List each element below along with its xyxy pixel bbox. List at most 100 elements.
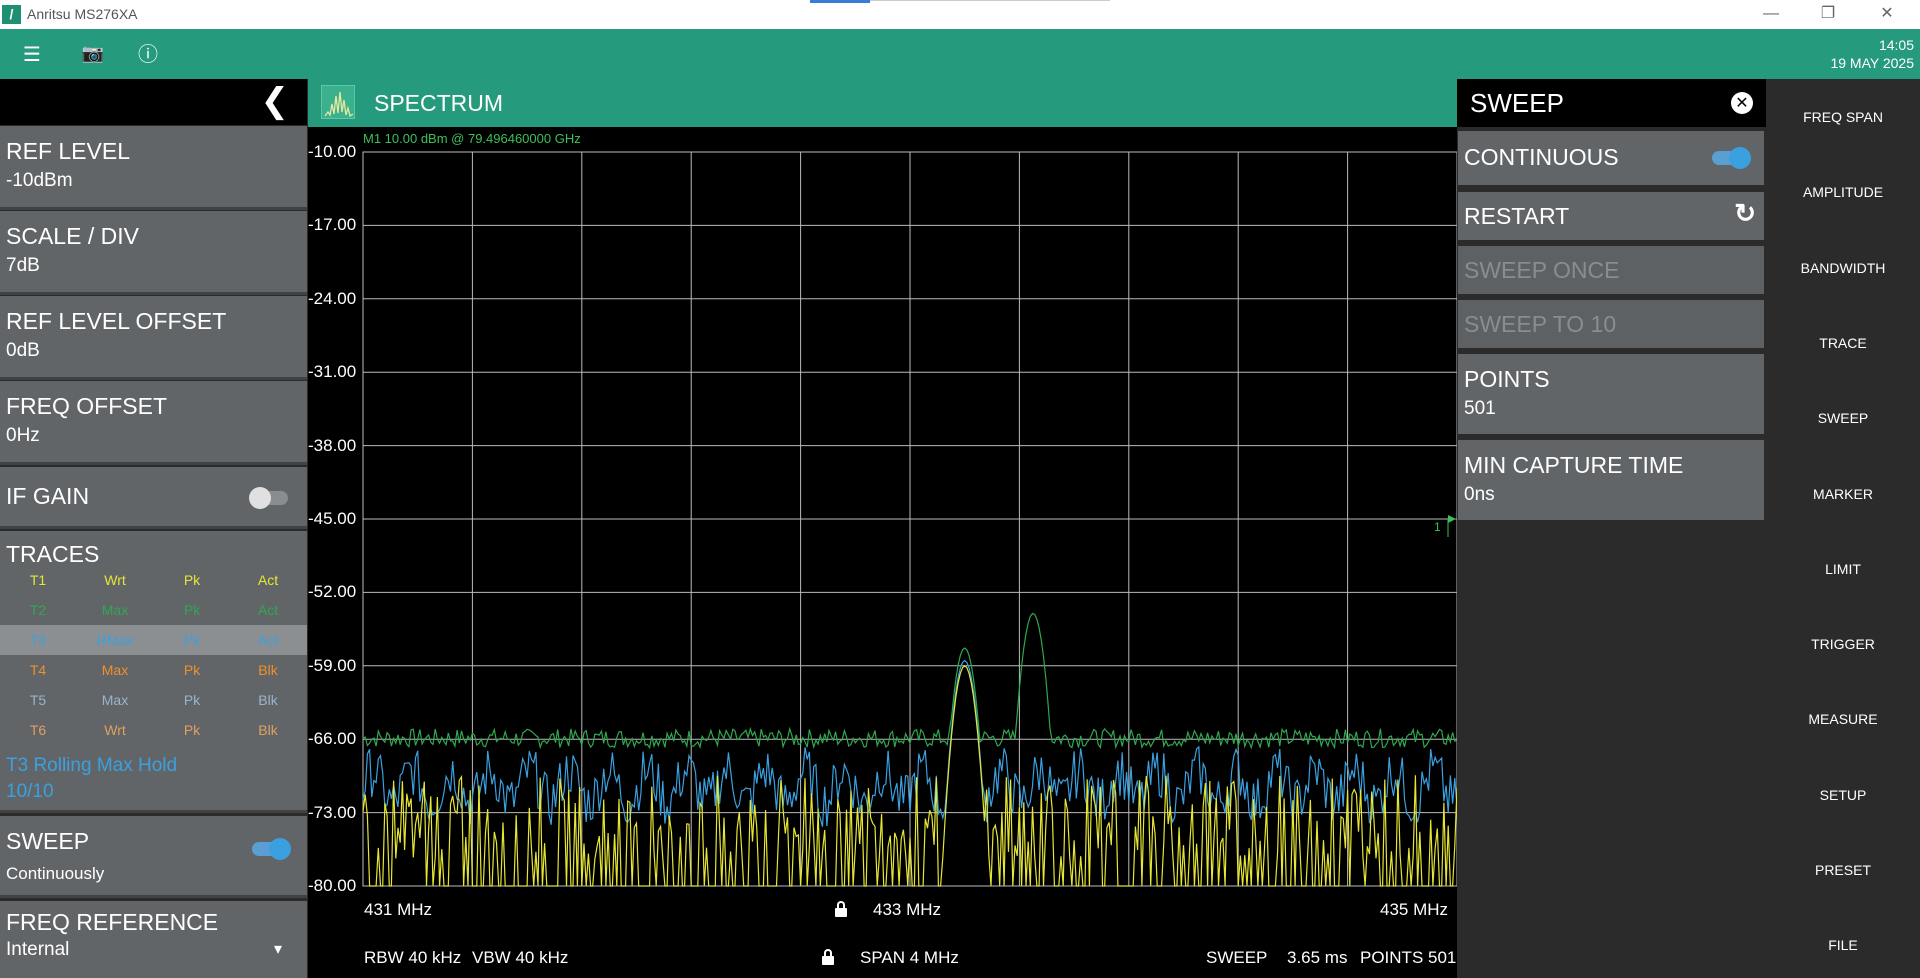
freq-reference-label: FREQ REFERENCE (6, 909, 219, 935)
clock: 14:05 19 MAY 2025 (1830, 36, 1914, 72)
traces-note: T3 Rolling Max Hold (6, 755, 178, 776)
points-label: POINTS 501 (1360, 948, 1457, 967)
menu-item-preset[interactable]: PRESET (1766, 862, 1920, 878)
menu-item-sweep[interactable]: SWEEP (1766, 410, 1920, 426)
points-setting-value: 501 (1464, 398, 1496, 419)
trace-det: Pk (183, 602, 201, 618)
trace-det: Pk (183, 632, 201, 648)
ref-level-offset-value: 0dB (6, 340, 40, 361)
points-button[interactable]: POINTS 501 (1458, 354, 1764, 434)
if-gain-label: IF GAIN (6, 483, 90, 509)
sweep-time-label: 3.65 ms (1287, 948, 1348, 967)
trace-id: T4 (29, 662, 47, 678)
tab-indicator (810, 0, 870, 3)
menu-item-measure[interactable]: MEASURE (1766, 711, 1920, 727)
main-menu: FREQ SPAN AMPLITUDE BANDWIDTH TRACE SWEEP MAR… (1766, 79, 1920, 978)
menu-item-trace[interactable]: TRACE (1766, 335, 1920, 351)
freq-reference-value: Internal (6, 939, 70, 960)
span-label: SPAN 4 MHz (860, 948, 959, 967)
trace-row-t3[interactable]: T3 RMax Pk Act (0, 625, 307, 655)
min-capture-time-label: MIN CAPTURE TIME (1464, 452, 1684, 478)
if-gain-button[interactable]: IF GAIN (0, 467, 307, 529)
trace-row-t1[interactable]: T1 Wrt Pk Act (0, 565, 307, 595)
menu-item-marker[interactable]: MARKER (1766, 486, 1920, 502)
toggle-knob (1729, 147, 1751, 169)
app-toolbar: ☰ 📷 ⓘ 14:05 19 MAY 2025 (0, 29, 1920, 79)
trace-row-t6[interactable]: T6 Wrt Pk Blk (0, 715, 307, 745)
trace-row-t5[interactable]: T5 Max Pk Blk (0, 685, 307, 715)
window-title: Anritsu MS276XA (27, 6, 138, 22)
trace-mode: Max (101, 602, 129, 618)
traces-note-count: 10/10 (6, 781, 54, 802)
restore-button[interactable]: ❐ (1813, 3, 1843, 25)
menu-item-limit[interactable]: LIMIT (1766, 561, 1920, 577)
marker-flag[interactable] (1447, 515, 1456, 537)
trace-id: T3 (29, 632, 47, 648)
menu-item-freq-span[interactable]: FREQ SPAN (1766, 109, 1920, 125)
trace-state: Blk (258, 722, 278, 738)
ref-level-button[interactable]: REF LEVEL -10dBm (0, 126, 307, 210)
continuous-label: CONTINUOUS (1464, 144, 1619, 170)
trace-mode: Wrt (104, 722, 126, 738)
sweep-toggle[interactable] (252, 838, 291, 860)
vbw-label: VBW 40 kHz (472, 948, 569, 967)
trace-row-t4[interactable]: T4 Max Pk Blk (0, 655, 307, 685)
traces-section[interactable]: TRACES T1 Wrt Pk Act T2 Max Pk Act T3 RMax Pk Act T4… (0, 531, 307, 813)
spectrum-plot[interactable] (308, 127, 1457, 978)
menu-item-trigger[interactable]: TRIGGER (1766, 636, 1920, 652)
sweep-panel-title: SWEEP (1470, 88, 1564, 118)
trace-mode: Max (101, 662, 129, 678)
restart-button[interactable]: RESTART ↻ (1458, 192, 1764, 240)
continuous-toggle[interactable] (1712, 147, 1751, 169)
info-icon[interactable]: ⓘ (135, 41, 161, 67)
trace-det: Pk (183, 692, 201, 708)
menu-item-bandwidth[interactable]: BANDWIDTH (1766, 260, 1920, 276)
trace-state: Act (257, 632, 279, 648)
scale-div-value: 7dB (6, 255, 40, 276)
trace-id: T5 (29, 692, 47, 708)
trace-mode: Wrt (104, 572, 126, 588)
sweep-to-button[interactable]: SWEEP TO 10 (1458, 300, 1764, 348)
trace-row-t2[interactable]: T2 Max Pk Act (0, 595, 307, 625)
trace-det: Pk (183, 662, 201, 678)
camera-icon[interactable]: 📷 (80, 41, 106, 67)
sweep-value: Continuously (6, 864, 105, 883)
chevron-down-icon: ▾ (274, 941, 283, 958)
minimize-button[interactable]: — (1756, 3, 1786, 25)
trace-mode: RMax (96, 632, 134, 648)
trace-state: Act (257, 572, 279, 588)
clock-time: 14:05 (1878, 37, 1914, 53)
amplitude-panel: ❮ REF LEVEL -10dBm SCALE / DIV 7dB REF L… (0, 79, 307, 978)
close-icon[interactable]: ✕ (1731, 92, 1753, 114)
sweep-panel: SWEEP ✕ CONTINUOUS RESTART ↻ SWEEP ONCE … (1457, 79, 1766, 978)
trace-det: Pk (183, 572, 201, 588)
points-setting-label: POINTS (1464, 366, 1550, 392)
freq-offset-button[interactable]: FREQ OFFSET 0Hz (0, 381, 307, 465)
menu-item-setup[interactable]: SETUP (1766, 787, 1920, 803)
marker-flag-label: 1 (1434, 520, 1441, 534)
trace-det: Pk (183, 722, 201, 738)
trace-id: T2 (29, 602, 47, 618)
menu-item-amplitude[interactable]: AMPLITUDE (1766, 184, 1920, 200)
toggle-knob (249, 487, 271, 509)
continuous-button[interactable]: CONTINUOUS (1458, 131, 1764, 185)
freq-reference-dropdown[interactable]: FREQ REFERENCE Internal ▾ (0, 901, 307, 978)
rbw-label: RBW 40 kHz (364, 948, 462, 967)
chevron-left-icon: ❮ (260, 81, 290, 121)
if-gain-toggle[interactable] (249, 487, 288, 509)
freq-start-label: 431 MHz (364, 900, 433, 919)
spectrum-title: SPECTRUM (374, 90, 504, 116)
menu-item-file[interactable]: FILE (1766, 937, 1920, 953)
min-capture-time-button[interactable]: MIN CAPTURE TIME 0ns (1458, 440, 1764, 520)
scale-div-button[interactable]: SCALE / DIV 7dB (0, 211, 307, 295)
sweep-once-button[interactable]: SWEEP ONCE (1458, 246, 1764, 294)
collapse-panel-button[interactable]: ❮ (0, 79, 307, 125)
window-titlebar: / Anritsu MS276XA — ❐ ✕ (0, 0, 1920, 29)
sweep-button[interactable]: SWEEP Continuously (0, 816, 307, 898)
anritsu-logo-icon: / (2, 5, 21, 24)
menu-icon[interactable]: ☰ (19, 41, 45, 67)
ref-level-offset-button[interactable]: REF LEVEL OFFSET 0dB (0, 296, 307, 380)
trace-id: T1 (29, 572, 47, 588)
close-window-button[interactable]: ✕ (1872, 3, 1902, 25)
spectrum-icon[interactable] (321, 85, 355, 119)
